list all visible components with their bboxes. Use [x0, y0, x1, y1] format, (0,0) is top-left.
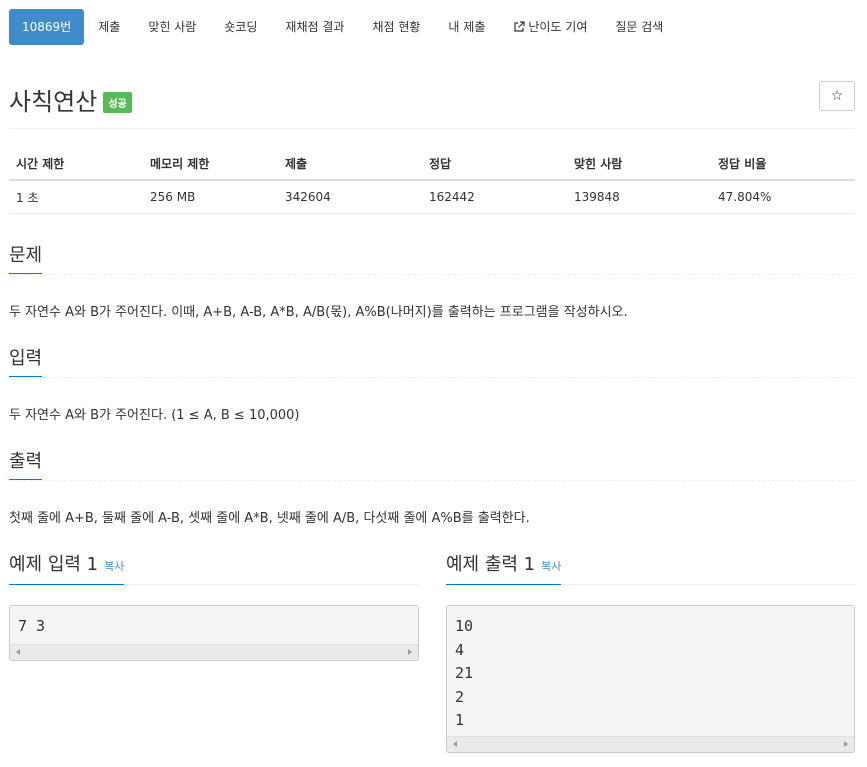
problem-title: 사칙연산 — [9, 88, 98, 116]
sample-output-content: 10 4 21 2 1 — [455, 617, 474, 729]
accuracy-value: 47.804% — [711, 180, 855, 214]
header-solved-users: 맞힌 사람 — [567, 148, 711, 181]
sample-output-scrollbar[interactable] — [447, 736, 854, 752]
description-text: 두 자연수 A와 B가 주어진다. 이때, A+B, A-B, A*B, A/B… — [9, 305, 628, 320]
star-button[interactable]: ☆ — [819, 81, 855, 111]
problem-info-table: 시간 제한 메모리 제한 제출 정답 맞힌 사람 정답 비율 1 초 256 M… — [9, 148, 855, 214]
sample-input-heading: 예제 입력 1 복사 — [9, 550, 125, 585]
tab-short-coding[interactable]: 숏코딩 — [210, 9, 271, 45]
description-heading: 문제 — [9, 241, 43, 274]
header-accepted: 정답 — [422, 148, 567, 181]
time-limit-value: 1 초 — [9, 180, 143, 214]
problem-title-row: 사칙연산 성공 — [9, 82, 132, 117]
input-section-header: 입력 — [9, 344, 855, 378]
sample-input-box[interactable]: 7 3 — [9, 605, 419, 661]
scroll-right-icon[interactable] — [408, 649, 412, 655]
sample-input-content: 7 3 — [18, 617, 46, 635]
tab-submit[interactable]: 제출 — [84, 9, 134, 45]
header-memory-limit: 메모리 제한 — [143, 148, 278, 181]
header-accuracy: 정답 비율 — [711, 148, 855, 181]
problem-nav-tabs: 10869번 제출 맞힌 사람 숏코딩 재채점 결과 채점 현황 내 제출 난이… — [9, 9, 677, 45]
solved-users-value: 139848 — [567, 180, 711, 214]
info-table-header-row: 시간 제한 메모리 제한 제출 정답 맞힌 사람 정답 비율 — [9, 148, 855, 181]
scroll-left-icon[interactable] — [453, 741, 457, 747]
input-text: 두 자연수 A와 B가 주어진다. (1 ≤ A, B ≤ 10,000) — [9, 408, 300, 423]
tab-solved-users[interactable]: 맞힌 사람 — [134, 9, 210, 45]
tab-problem[interactable]: 10869번 — [9, 9, 85, 45]
sample-output-copy-button[interactable]: 복사 — [541, 560, 561, 573]
input-heading: 입력 — [9, 344, 43, 377]
tab-difficulty-label: 난이도 기여 — [528, 20, 588, 34]
sample-input-header: 예제 입력 1 복사 — [9, 550, 419, 585]
sample-output-heading: 예제 출력 1 복사 — [446, 550, 562, 585]
tab-status[interactable]: 채점 현황 — [358, 9, 434, 45]
star-icon: ☆ — [830, 88, 844, 104]
submissions-value: 342604 — [278, 180, 422, 214]
sample-input-scrollbar[interactable] — [10, 644, 418, 660]
tab-difficulty-contribution[interactable]: 난이도 기여 — [499, 9, 601, 45]
external-link-icon — [514, 21, 525, 32]
scroll-left-icon[interactable] — [16, 649, 20, 655]
status-badge: 성공 — [103, 92, 132, 113]
sample-input-copy-button[interactable]: 복사 — [104, 560, 124, 573]
title-divider — [9, 128, 855, 129]
output-heading: 출력 — [9, 447, 43, 480]
sample-input-title: 예제 입력 1 — [9, 554, 99, 575]
scroll-right-icon[interactable] — [844, 741, 848, 747]
sample-output-box[interactable]: 10 4 21 2 1 — [446, 605, 855, 753]
header-time-limit: 시간 제한 — [9, 148, 143, 181]
info-table-row: 1 초 256 MB 342604 162442 139848 47.804% — [9, 180, 855, 214]
output-section-header: 출력 — [9, 447, 855, 481]
description-section-header: 문제 — [9, 241, 855, 275]
accepted-value: 162442 — [422, 180, 567, 214]
header-submissions: 제출 — [278, 148, 422, 181]
tab-rejudge-results[interactable]: 재채점 결과 — [271, 9, 358, 45]
tab-my-submissions[interactable]: 내 제출 — [434, 9, 499, 45]
output-text: 첫째 줄에 A+B, 둘째 줄에 A-B, 셋째 줄에 A*B, 넷째 줄에 A… — [9, 511, 530, 526]
memory-limit-value: 256 MB — [143, 180, 278, 214]
sample-output-title: 예제 출력 1 — [446, 554, 536, 575]
tab-question-search[interactable]: 질문 검색 — [601, 9, 677, 45]
sample-output-header: 예제 출력 1 복사 — [446, 550, 856, 585]
